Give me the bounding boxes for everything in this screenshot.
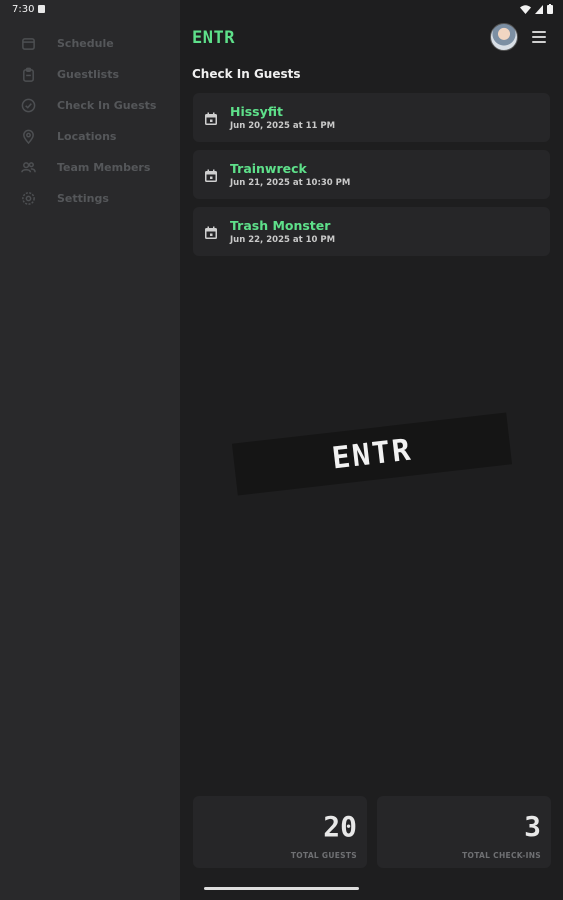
- users-icon: [20, 160, 36, 176]
- sidebar-item-label: Team Members: [57, 161, 151, 174]
- sidebar-item-team-members[interactable]: Team Members: [0, 152, 180, 183]
- page-title: Check In Guests: [192, 67, 301, 81]
- main-content: ENTR Check In Guests Hissyfit Jun 20, 20…: [180, 0, 563, 900]
- calendar-icon: [20, 36, 36, 52]
- calendar-icon: [204, 168, 218, 182]
- wifi-icon: [520, 4, 531, 14]
- battery-icon: [547, 4, 553, 14]
- sidebar-item-schedule[interactable]: Schedule: [0, 28, 180, 59]
- sidebar-item-label: Settings: [57, 192, 109, 205]
- event-name: Trash Monster: [230, 218, 331, 233]
- total-check-ins-card: 3 TOTAL CHECK-INS: [377, 796, 551, 868]
- event-date: Jun 21, 2025 at 10:30 PM: [230, 178, 351, 188]
- sidebar-item-label: Schedule: [57, 37, 114, 50]
- home-indicator[interactable]: [204, 887, 359, 890]
- calendar-icon: [204, 225, 218, 239]
- status-time: 7:30: [12, 3, 35, 15]
- event-name: Hissyfit: [230, 104, 284, 119]
- event-name: Trainwreck: [230, 161, 307, 176]
- sidebar-item-label: Locations: [57, 130, 117, 143]
- sidebar-item-settings[interactable]: Settings: [0, 183, 180, 214]
- calendar-icon: [204, 111, 218, 125]
- event-list: Hissyfit Jun 20, 2025 at 11 PM Trainwrec…: [193, 93, 550, 264]
- sidebar-item-label: Check In Guests: [57, 99, 157, 112]
- sidebar-item-guestlists[interactable]: Guestlists: [0, 59, 180, 90]
- sidebar-item-label: Guestlists: [57, 68, 120, 81]
- event-date: Jun 22, 2025 at 10 PM: [230, 235, 336, 245]
- list-item[interactable]: Trainwreck Jun 21, 2025 at 10:30 PM: [193, 150, 550, 199]
- signal-icon: [535, 4, 543, 14]
- sidebar-item-locations[interactable]: Locations: [0, 121, 180, 152]
- stat-value: 20: [323, 810, 357, 843]
- list-item[interactable]: Hissyfit Jun 20, 2025 at 11 PM: [193, 93, 550, 142]
- total-guests-card: 20 TOTAL GUESTS: [193, 796, 367, 868]
- status-bar: 7:30: [0, 0, 563, 18]
- avatar[interactable]: [490, 23, 518, 51]
- notification-icon: [38, 5, 46, 13]
- stat-value: 3: [524, 810, 541, 843]
- list-item[interactable]: Trash Monster Jun 22, 2025 at 10 PM: [193, 207, 550, 256]
- gear-icon: [20, 191, 36, 207]
- menu-icon[interactable]: [532, 31, 546, 43]
- clipboard-icon: [20, 67, 36, 83]
- map-pin-icon: [20, 129, 36, 145]
- check-circle-icon: [20, 98, 36, 114]
- app-logo[interactable]: ENTR: [192, 28, 235, 48]
- stat-label: TOTAL CHECK-INS: [462, 851, 541, 860]
- entr-watermark: ENTR: [231, 412, 513, 496]
- watermark-text: ENTR: [330, 432, 414, 476]
- sidebar-item-check-in-guests[interactable]: Check In Guests: [0, 90, 180, 121]
- event-date: Jun 20, 2025 at 11 PM: [230, 121, 336, 131]
- stats-row: 20 TOTAL GUESTS 3 TOTAL CHECK-INS: [193, 796, 551, 868]
- stat-label: TOTAL GUESTS: [290, 851, 357, 860]
- sidebar: Schedule Guestlists Check In Guests Loca…: [0, 0, 180, 900]
